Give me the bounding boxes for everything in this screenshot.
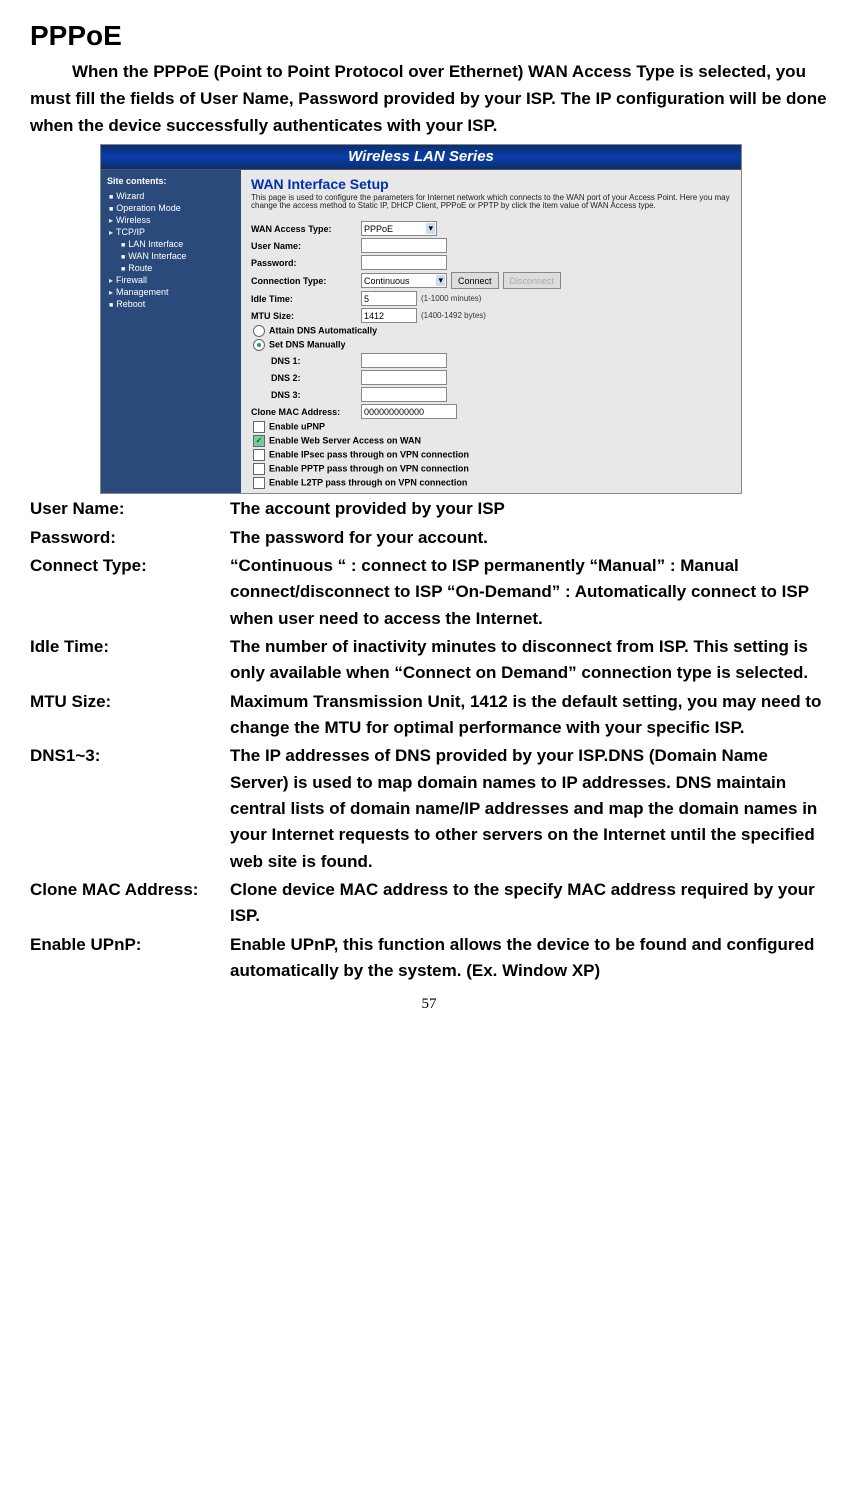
sidebar-item[interactable]: Reboot bbox=[107, 298, 235, 310]
dns1-input[interactable] bbox=[361, 353, 447, 368]
dns-manual-label: Set DNS Manually bbox=[269, 340, 346, 350]
banner-title: Wireless LAN Series bbox=[101, 145, 741, 170]
definition-term: MTU Size: bbox=[30, 689, 230, 744]
sidebar-item[interactable]: Management bbox=[107, 286, 235, 298]
sidebar-item[interactable]: LAN Interface bbox=[107, 238, 235, 250]
pptp-checkbox[interactable] bbox=[253, 463, 265, 475]
definition-value: The account provided by your ISP bbox=[230, 496, 828, 524]
ipsec-checkbox[interactable] bbox=[253, 449, 265, 461]
wan-access-type-label: WAN Access Type: bbox=[251, 224, 361, 234]
mtu-size-hint: (1400-1492 bytes) bbox=[421, 311, 486, 320]
dns1-label: DNS 1: bbox=[251, 356, 361, 366]
connect-button[interactable]: Connect bbox=[451, 272, 499, 289]
intro-paragraph: When the PPPoE (Point to Point Protocol … bbox=[30, 58, 828, 140]
idle-time-input[interactable]: 5 bbox=[361, 291, 417, 306]
definition-row: User Name:The account provided by your I… bbox=[30, 496, 828, 524]
definition-term: DNS1~3: bbox=[30, 743, 230, 877]
sidebar-item[interactable]: Firewall bbox=[107, 274, 235, 286]
wan-access-type-select[interactable]: PPPoE bbox=[361, 221, 437, 236]
user-name-label: User Name: bbox=[251, 241, 361, 251]
ipsec-label: Enable IPsec pass through on VPN connect… bbox=[269, 450, 469, 460]
dns-auto-radio[interactable] bbox=[253, 325, 265, 337]
web-access-checkbox[interactable] bbox=[253, 435, 265, 447]
definition-row: MTU Size:Maximum Transmission Unit, 1412… bbox=[30, 689, 828, 744]
definition-value: The password for your account. bbox=[230, 525, 828, 553]
clone-mac-input[interactable]: 000000000000 bbox=[361, 404, 457, 419]
definition-row: Connect Type:“Continuous “ : connect to … bbox=[30, 553, 828, 634]
definitions-table: User Name:The account provided by your I… bbox=[30, 496, 828, 986]
dns3-label: DNS 3: bbox=[251, 390, 361, 400]
definition-term: Enable UPnP: bbox=[30, 932, 230, 987]
page-number: 57 bbox=[30, 996, 828, 1013]
dns2-label: DNS 2: bbox=[251, 373, 361, 383]
page-title: PPPoE bbox=[30, 20, 828, 52]
clone-mac-label: Clone MAC Address: bbox=[251, 407, 361, 417]
sidebar-heading: Site contents: bbox=[107, 176, 235, 186]
definition-row: DNS1~3:The IP addresses of DNS provided … bbox=[30, 743, 828, 877]
dns2-input[interactable] bbox=[361, 370, 447, 385]
definition-value: Enable UPnP, this function allows the de… bbox=[230, 932, 828, 987]
mtu-size-input[interactable]: 1412 bbox=[361, 308, 417, 323]
sidebar-item[interactable]: Wizard bbox=[107, 190, 235, 202]
definition-row: Clone MAC Address:Clone device MAC addre… bbox=[30, 877, 828, 932]
dns3-input[interactable] bbox=[361, 387, 447, 402]
definition-term: Connect Type: bbox=[30, 553, 230, 634]
idle-time-hint: (1-1000 minutes) bbox=[421, 294, 481, 303]
sidebar-item[interactable]: WAN Interface bbox=[107, 250, 235, 262]
definition-term: Password: bbox=[30, 525, 230, 553]
mtu-size-label: MTU Size: bbox=[251, 311, 361, 321]
content-desc: This page is used to configure the param… bbox=[251, 194, 731, 212]
idle-time-label: Idle Time: bbox=[251, 294, 361, 304]
definition-value: “Continuous “ : connect to ISP permanent… bbox=[230, 553, 828, 634]
dns-auto-label: Attain DNS Automatically bbox=[269, 326, 377, 336]
disconnect-button[interactable]: Disconnect bbox=[503, 272, 562, 289]
upnp-checkbox[interactable] bbox=[253, 421, 265, 433]
content-heading: WAN Interface Setup bbox=[251, 176, 731, 192]
definition-value: Clone device MAC address to the specify … bbox=[230, 877, 828, 932]
password-label: Password: bbox=[251, 258, 361, 268]
l2tp-checkbox[interactable] bbox=[253, 477, 265, 489]
connection-type-label: Connection Type: bbox=[251, 276, 361, 286]
upnp-label: Enable uPNP bbox=[269, 422, 325, 432]
sidebar-item[interactable]: TCP/IP bbox=[107, 226, 235, 238]
password-input[interactable] bbox=[361, 255, 447, 270]
definition-term: User Name: bbox=[30, 496, 230, 524]
dns-manual-radio[interactable] bbox=[253, 339, 265, 351]
web-access-label: Enable Web Server Access on WAN bbox=[269, 436, 421, 446]
definition-value: Maximum Transmission Unit, 1412 is the d… bbox=[230, 689, 828, 744]
definition-value: The number of inactivity minutes to disc… bbox=[230, 634, 828, 689]
l2tp-label: Enable L2TP pass through on VPN connecti… bbox=[269, 478, 467, 488]
definition-row: Idle Time:The number of inactivity minut… bbox=[30, 634, 828, 689]
router-screenshot: Wireless LAN Series Site contents: Wizar… bbox=[100, 144, 742, 495]
definition-term: Clone MAC Address: bbox=[30, 877, 230, 932]
definition-term: Idle Time: bbox=[30, 634, 230, 689]
content-pane: WAN Interface Setup This page is used to… bbox=[241, 170, 741, 494]
pptp-label: Enable PPTP pass through on VPN connecti… bbox=[269, 464, 469, 474]
sidebar-item[interactable]: Route bbox=[107, 262, 235, 274]
definition-row: Password:The password for your account. bbox=[30, 525, 828, 553]
connection-type-select[interactable]: Continuous bbox=[361, 273, 447, 288]
user-name-input[interactable] bbox=[361, 238, 447, 253]
sidebar-item[interactable]: Wireless bbox=[107, 214, 235, 226]
sidebar: Site contents: WizardOperation ModeWirel… bbox=[101, 170, 241, 494]
definition-row: Enable UPnP:Enable UPnP, this function a… bbox=[30, 932, 828, 987]
definition-value: The IP addresses of DNS provided by your… bbox=[230, 743, 828, 877]
sidebar-item[interactable]: Operation Mode bbox=[107, 202, 235, 214]
